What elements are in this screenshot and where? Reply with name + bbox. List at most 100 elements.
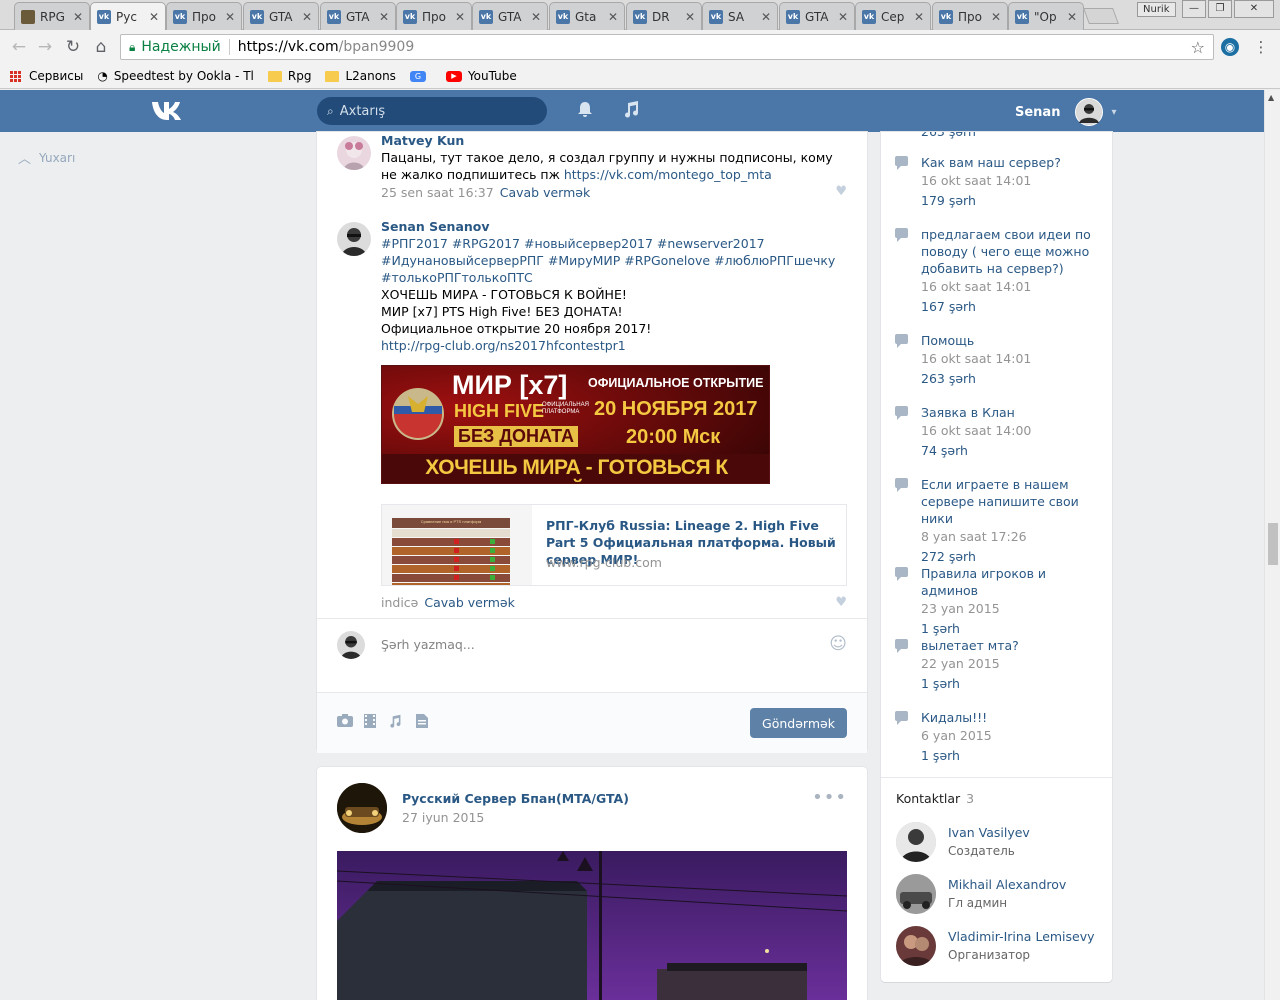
comment-hashtags[interactable]: #РПГ2017 #RPG2017 #новыйсервер2017 #news… <box>381 235 847 286</box>
close-icon[interactable]: ✕ <box>838 10 848 24</box>
forward-icon[interactable]: → <box>34 36 56 58</box>
post-date[interactable]: 27 iyun 2015 <box>402 810 484 825</box>
close-icon[interactable]: ✕ <box>73 10 83 24</box>
contact-name[interactable]: Vladimir-Irina Lemisevy <box>948 929 1095 944</box>
document-icon[interactable] <box>416 714 428 732</box>
back-icon[interactable]: ← <box>8 36 30 58</box>
discussion-topic[interactable]: Как вам наш сервер? 16 okt saat 14:01 17… <box>895 154 1100 211</box>
topic-comment-count[interactable]: 74 şərh <box>921 441 1100 461</box>
bookmark-speedtest[interactable]: ◔ Speedtest by Ookla - Tl <box>97 69 254 83</box>
address-bar[interactable]: 🔒︎ Надежный https://vk.com/bpan9909 ☆ <box>120 34 1214 60</box>
browser-tab[interactable]: vk GTA ✕ <box>320 2 396 30</box>
extension-icon[interactable]: ◉ <box>1221 38 1239 56</box>
maximize-icon[interactable]: ❐ <box>1208 0 1232 18</box>
more-options-icon[interactable]: ••• <box>812 787 847 808</box>
bookmark-folder-rpg[interactable]: Rpg <box>267 69 311 83</box>
topic-comment-count[interactable]: 167 şərh <box>921 297 1100 317</box>
browser-tab[interactable]: vk Про ✕ <box>396 2 472 30</box>
topic-comment-count[interactable]: 272 şərh <box>921 547 1100 567</box>
contact-name[interactable]: Ivan Vasilyev <box>948 825 1030 840</box>
music-note-icon[interactable] <box>388 714 402 732</box>
browser-tab[interactable]: vk SA ✕ <box>702 2 778 30</box>
bookmark-translate[interactable]: G <box>409 70 432 82</box>
avatar[interactable] <box>337 783 387 833</box>
topic-title[interactable]: Правила игроков и админов <box>921 565 1100 599</box>
browser-tab[interactable]: vk "Ор ✕ <box>1008 2 1084 30</box>
close-icon[interactable]: ✕ <box>991 10 1001 24</box>
avatar[interactable] <box>337 136 371 170</box>
camera-icon[interactable] <box>337 714 353 731</box>
comment-link[interactable]: http://rpg-club.org/ns2017hfcontestpr1 <box>381 337 847 354</box>
close-icon[interactable]: ✕ <box>531 10 541 24</box>
browser-tab[interactable]: vk Про ✕ <box>932 2 1008 30</box>
scrollbar-thumb[interactable] <box>1268 523 1278 565</box>
new-tab-button[interactable] <box>1083 8 1119 24</box>
discussion-topic[interactable]: Если играете в нашем сервере напишите св… <box>895 476 1100 567</box>
link-preview-card[interactable]: Сравнение пиа и PTS платформ РПГ-Клуб Ru… <box>381 504 847 586</box>
close-icon[interactable]: ✕ <box>302 10 312 24</box>
close-icon[interactable]: ✕ <box>1067 10 1077 24</box>
discussion-topic[interactable]: Правила игроков и админов 23 yan 2015 1 … <box>895 565 1100 639</box>
minimize-icon[interactable]: — <box>1182 0 1206 18</box>
discussion-topic[interactable]: Помощь 16 okt saat 14:01 263 şərh <box>895 332 1100 389</box>
avatar[interactable] <box>896 874 936 914</box>
browser-tab-active[interactable]: vk Рус ✕ <box>90 2 166 30</box>
menu-kebab-icon[interactable]: ⋮ <box>1252 38 1270 56</box>
topic-comment-count[interactable]: 263 şərh <box>921 369 1100 389</box>
like-heart-icon[interactable]: ♥ <box>835 595 847 610</box>
browser-tab[interactable]: vk DR ✕ <box>626 2 702 30</box>
post-image[interactable] <box>337 851 847 1000</box>
discussion-topic[interactable]: Заявка в Клан 16 okt saat 14:00 74 şərh <box>895 404 1100 461</box>
home-icon[interactable]: ⌂ <box>90 36 112 58</box>
reply-button[interactable]: Cavab vermək <box>424 595 514 610</box>
close-icon[interactable]: ✕ <box>608 10 618 24</box>
topic-title[interactable]: предлагаем свои идеи по поводу ( чего ещ… <box>921 226 1100 277</box>
post-group-name[interactable]: Русский Сервер Бпан(MTA/GTA) <box>402 791 629 806</box>
like-heart-icon[interactable]: ♥ <box>835 184 847 199</box>
close-icon[interactable]: ✕ <box>149 10 159 24</box>
close-window-icon[interactable]: ✕ <box>1234 0 1274 18</box>
bookmark-star-icon[interactable]: ☆ <box>1191 38 1205 57</box>
bookmark-youtube[interactable]: ▶ YouTube <box>445 69 517 83</box>
topic-comment-count[interactable]: 1 şərh <box>921 746 1100 766</box>
contact-name[interactable]: Mikhail Alexandrov <box>948 877 1066 892</box>
topic-title[interactable]: вылетает мта? <box>921 637 1100 654</box>
notifications-bell-icon[interactable] <box>576 100 594 123</box>
browser-tab[interactable]: vk GTA ✕ <box>243 2 319 30</box>
contact-item[interactable]: Ivan Vasilyev Создатель <box>896 822 1106 862</box>
video-icon[interactable] <box>364 714 376 732</box>
vk-user-menu[interactable]: Senan ▾ <box>1015 98 1117 126</box>
avatar[interactable] <box>337 222 371 256</box>
topic-comment-count[interactable]: 179 şərh <box>921 191 1100 211</box>
contacts-header[interactable]: Kontaktlar 3 <box>896 791 974 806</box>
scroll-up-arrow-icon[interactable]: ▲ <box>1268 93 1274 102</box>
browser-tab[interactable]: vk GTA ✕ <box>779 2 855 30</box>
comment-author[interactable]: Senan Senanov <box>381 218 847 235</box>
page-scrollbar[interactable]: ▲ <box>1264 90 1280 1000</box>
topic-title[interactable]: Заявка в Клан <box>921 404 1100 421</box>
discussion-topic[interactable]: вылетает мта? 22 yan 2015 1 şərh <box>895 637 1100 694</box>
promo-banner-image[interactable]: МИР [x7] HIGH FIVE ОФИЦИАЛЬНАЯ ПЛАТФОРМА… <box>381 365 770 484</box>
close-icon[interactable]: ✕ <box>685 10 695 24</box>
back-to-top-button[interactable]: ︿ Yuxarı <box>18 148 75 168</box>
comment-author[interactable]: Matvey Kun <box>381 132 847 149</box>
close-icon[interactable]: ✕ <box>455 10 465 24</box>
bookmark-folder-l2anons[interactable]: L2anons <box>325 69 396 83</box>
avatar[interactable] <box>896 822 936 862</box>
browser-tab[interactable]: vk Cер ✕ <box>855 2 931 30</box>
comment-input[interactable] <box>381 637 821 652</box>
comment-link[interactable]: https://vk.com/montego_top_mta <box>564 167 772 182</box>
browser-tab[interactable]: vk GTA ✕ <box>472 2 548 30</box>
avatar[interactable] <box>896 926 936 966</box>
discussion-topic[interactable]: Кидалы!!! 6 yan 2015 1 şərh <box>895 709 1100 766</box>
comment-date[interactable]: indicə <box>381 595 418 610</box>
comment-date[interactable]: 25 sen saat 16:37 <box>381 185 494 200</box>
close-icon[interactable]: ✕ <box>379 10 389 24</box>
close-icon[interactable]: ✕ <box>761 10 771 24</box>
browser-tab[interactable]: RPG ✕ <box>14 2 90 30</box>
browser-tab[interactable]: vk Про ✕ <box>166 2 242 30</box>
browser-tab[interactable]: vk Gta ✕ <box>549 2 625 30</box>
topic-title[interactable]: Как вам наш сервер? <box>921 154 1100 171</box>
vk-search[interactable]: ⌕ Axtarış <box>317 97 547 125</box>
send-comment-button[interactable]: Göndərmək <box>750 708 847 738</box>
